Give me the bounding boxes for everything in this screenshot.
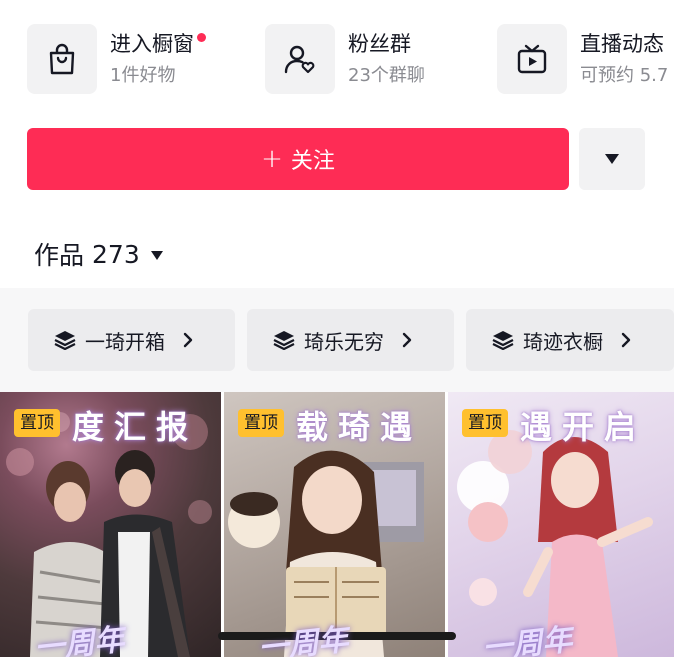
collection-label: 琦乐无穷	[304, 329, 384, 354]
live-updates-entry[interactable]: 直播动态 可预约 5.7	[497, 22, 668, 96]
collections-bar: 一琦开箱 琦乐无穷 琦迹衣橱	[0, 288, 674, 392]
chevron-right-icon	[183, 332, 193, 348]
collection-label: 琦迹衣橱	[523, 329, 603, 354]
video-grid: 置顶 度汇报 一周年 置顶 载琦遇 一周年 置顶 遇开启 一周年	[0, 392, 674, 657]
caret-down-icon	[150, 250, 163, 260]
fan-group-subtitle: 23个群聊	[348, 65, 425, 86]
follow-button[interactable]: + 关注	[27, 128, 569, 190]
collection-chip[interactable]: 琦乐无穷	[247, 309, 454, 371]
follow-button-label: 关注	[290, 149, 335, 174]
plus-icon: +	[261, 144, 283, 174]
layers-icon	[54, 330, 76, 350]
caret-down-icon	[605, 154, 619, 164]
video-title: 遇开启	[520, 408, 647, 446]
video-title: 载琦遇	[296, 408, 423, 446]
live-updates-title: 直播动态	[580, 32, 664, 56]
collection-chip[interactable]: 一琦开箱	[28, 309, 235, 371]
shopping-bag-icon	[27, 24, 97, 94]
live-updates-subtitle: 可预约 5.7	[580, 65, 669, 86]
pinned-badge: 置顶	[238, 409, 284, 437]
works-tab[interactable]: 作品 273	[34, 234, 164, 274]
showcase-title: 进入橱窗	[110, 32, 194, 56]
layers-icon	[492, 330, 514, 350]
pinned-badge: 置顶	[462, 409, 508, 437]
video-thumbnail[interactable]: 置顶 度汇报 一周年	[0, 392, 221, 657]
chevron-right-icon	[402, 332, 412, 348]
pinned-badge: 置顶	[14, 409, 60, 437]
notification-dot	[197, 33, 206, 42]
more-options-button[interactable]	[579, 128, 645, 190]
profile-entry-row: 进入橱窗 1件好物 粉丝群 23个群聊 直播动态 可预约 5.7	[0, 0, 674, 110]
tv-icon	[497, 24, 567, 94]
works-count: 273	[92, 239, 140, 269]
user-heart-icon	[265, 24, 335, 94]
collection-label: 一琦开箱	[85, 329, 165, 354]
video-title: 度汇报	[72, 408, 199, 446]
collection-chip[interactable]: 琦迹衣橱	[466, 309, 674, 371]
video-thumbnail[interactable]: 置顶 遇开启 一周年	[448, 392, 674, 657]
works-label: 作品	[34, 241, 85, 270]
showcase-subtitle: 1件好物	[110, 65, 176, 86]
fan-group-title: 粉丝群	[348, 32, 411, 56]
video-thumbnail[interactable]: 置顶 载琦遇 一周年	[224, 392, 445, 657]
fan-group-entry[interactable]: 粉丝群 23个群聊	[265, 22, 425, 96]
showcase-entry[interactable]: 进入橱窗 1件好物	[27, 22, 206, 96]
layers-icon	[273, 330, 295, 350]
chevron-right-icon	[621, 332, 631, 348]
